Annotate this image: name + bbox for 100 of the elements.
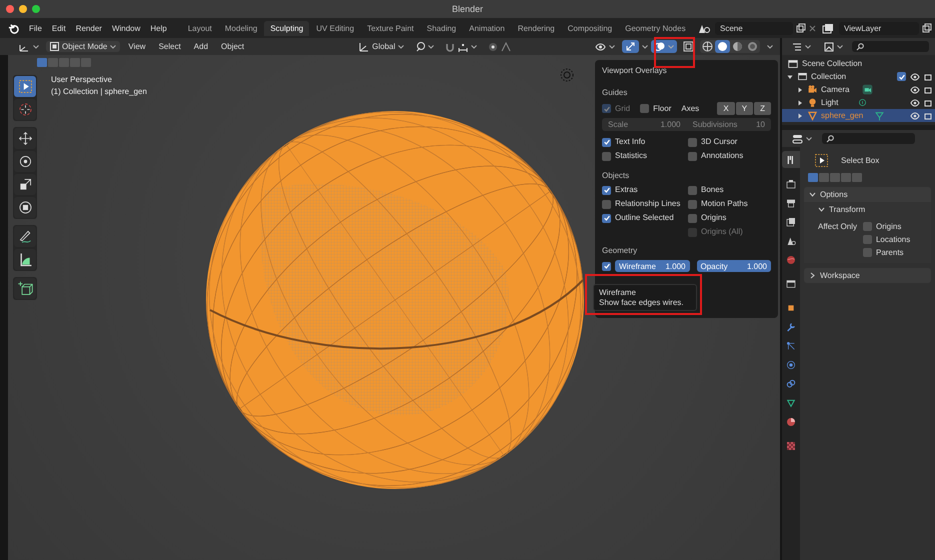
checkbox[interactable] — [688, 200, 697, 208]
scene-field[interactable]: Scene — [715, 22, 793, 34]
overlay-toggle[interactable]: Origins — [688, 213, 771, 223]
overlay-toggle[interactable]: Relationship Lines — [602, 199, 688, 209]
overlay-toggle[interactable]: Text Info — [602, 137, 688, 147]
workspace-tab[interactable]: Shading — [420, 20, 462, 36]
close-icon[interactable] — [809, 24, 816, 32]
image-stack-icon[interactable] — [822, 22, 836, 34]
overlay-toggle[interactable]: Motion Paths — [688, 199, 771, 209]
outliner-row[interactable]: Camera — [782, 83, 935, 96]
tool-button[interactable] — [14, 278, 36, 299]
shading-button[interactable] — [700, 40, 715, 53]
menu-item[interactable]: View — [123, 40, 151, 53]
outliner-row[interactable]: Collection — [782, 70, 935, 83]
panel-header[interactable]: Workspace — [804, 268, 931, 283]
menu-item[interactable]: Help — [145, 22, 172, 34]
outliner-row[interactable]: Light — [782, 96, 935, 109]
properties-tab[interactable] — [782, 151, 800, 168]
workspace-tab[interactable]: Rendering — [512, 20, 561, 36]
workspace-tab[interactable]: Modeling — [218, 20, 264, 36]
copy-icon[interactable] — [796, 23, 806, 33]
option-toggle[interactable]: Parents — [862, 248, 910, 257]
eye-icon[interactable] — [910, 112, 920, 120]
mode-dropdown[interactable]: Object Mode — [46, 41, 120, 52]
checkbox[interactable] — [862, 235, 872, 244]
overlay-toggle[interactable]: 3D Cursor — [688, 137, 771, 147]
eye-icon[interactable] — [910, 86, 920, 94]
scene-icon[interactable] — [698, 22, 712, 34]
checkbox[interactable] — [688, 214, 697, 222]
checkbox[interactable] — [862, 222, 872, 231]
overlays-toggle[interactable] — [651, 40, 677, 53]
checkbox[interactable] — [688, 152, 697, 160]
menu-item[interactable]: Object — [216, 40, 250, 53]
eye-icon[interactable] — [910, 72, 920, 80]
overlay-toggle[interactable]: Annotations — [688, 151, 771, 161]
checkbox[interactable] — [602, 262, 611, 270]
option-toggle[interactable]: Origins — [862, 222, 910, 231]
opacity-slider[interactable]: Opacity 1.000 — [696, 260, 771, 272]
checkbox[interactable] — [602, 186, 611, 194]
workspace-tab[interactable]: Sculpting — [264, 20, 310, 36]
orientation-dropdown[interactable]: Global — [355, 40, 408, 52]
workspace-tab[interactable]: Animation — [463, 20, 511, 36]
toggle-label: Origins — [876, 222, 902, 231]
tool-button[interactable] — [14, 76, 36, 97]
outliner-row[interactable]: Scene Collection — [782, 57, 935, 70]
zoom-button[interactable] — [32, 5, 40, 13]
menu-item[interactable]: Add — [188, 40, 214, 53]
checkbox[interactable] — [602, 152, 611, 160]
overlay-toggle[interactable]: Statistics — [602, 151, 688, 161]
menu-item[interactable]: File — [24, 22, 47, 34]
checkbox[interactable] — [862, 248, 872, 257]
workspace-tab[interactable]: UV Editing — [310, 20, 360, 36]
shading-button[interactable] — [715, 40, 730, 53]
menu-item[interactable]: Edit — [46, 22, 71, 34]
menu-item[interactable]: Render — [70, 22, 107, 34]
tool-button[interactable] — [14, 197, 36, 218]
close-button[interactable] — [6, 5, 14, 13]
checkbox[interactable] — [897, 72, 906, 81]
shading-button[interactable] — [730, 40, 745, 53]
overlay-toggle[interactable]: Outline Selected — [602, 213, 688, 223]
minimize-button[interactable] — [19, 5, 27, 13]
axis-toggle[interactable]: Y — [736, 102, 754, 115]
workspace-tab[interactable]: Texture Paint — [361, 20, 420, 36]
wireframe-slider[interactable]: Wireframe 1.000 — [615, 260, 690, 272]
triangle-icon — [807, 110, 818, 121]
axis-toggle[interactable]: Z — [754, 102, 771, 115]
tool-button[interactable] — [14, 249, 36, 270]
viewport-info-text: (1) Collection | sphere_gen — [51, 87, 147, 96]
workspace-tab[interactable]: Geometry Nodes — [619, 20, 692, 36]
eye-icon[interactable] — [910, 98, 920, 106]
tool-button[interactable] — [14, 174, 36, 195]
copy-icon[interactable] — [922, 23, 932, 33]
checkbox[interactable] — [688, 186, 697, 194]
workspace-tab[interactable]: Compositing — [562, 20, 618, 36]
overlay-toggle[interactable]: Extras — [602, 185, 688, 195]
checkbox[interactable] — [602, 200, 611, 208]
overlay-toggle[interactable]: Bones — [688, 185, 771, 195]
app-logo-icon[interactable] — [8, 22, 19, 34]
checkbox[interactable] — [640, 104, 650, 113]
toggle-label: Parents — [876, 248, 904, 257]
view-layer-field[interactable]: ViewLayer — [839, 22, 919, 34]
tool-button[interactable] — [14, 151, 36, 172]
checkbox[interactable] — [602, 138, 611, 146]
search-field[interactable] — [852, 41, 929, 52]
option-toggle[interactable]: Locations — [862, 235, 910, 244]
checkbox[interactable] — [688, 138, 697, 146]
gizmo-toggle[interactable] — [622, 40, 639, 53]
axis-toggle[interactable]: X — [717, 102, 735, 115]
subdivisions-field[interactable]: Subdivisions 10 — [686, 118, 771, 131]
subpanel-header[interactable]: Transform — [804, 202, 931, 217]
tool-button[interactable] — [14, 128, 36, 149]
menu-item[interactable]: Select — [154, 40, 186, 53]
scale-field[interactable]: Scale 1.000 — [602, 118, 686, 131]
checkbox[interactable] — [602, 214, 611, 222]
tool-button[interactable] — [14, 226, 36, 247]
workspace-tab[interactable]: Layout — [182, 20, 218, 36]
search-field[interactable] — [822, 133, 915, 144]
panel-header[interactable]: Options — [804, 187, 931, 202]
menu-item[interactable]: Window — [106, 22, 146, 34]
overlay-toggle[interactable]: Floor — [640, 104, 672, 114]
